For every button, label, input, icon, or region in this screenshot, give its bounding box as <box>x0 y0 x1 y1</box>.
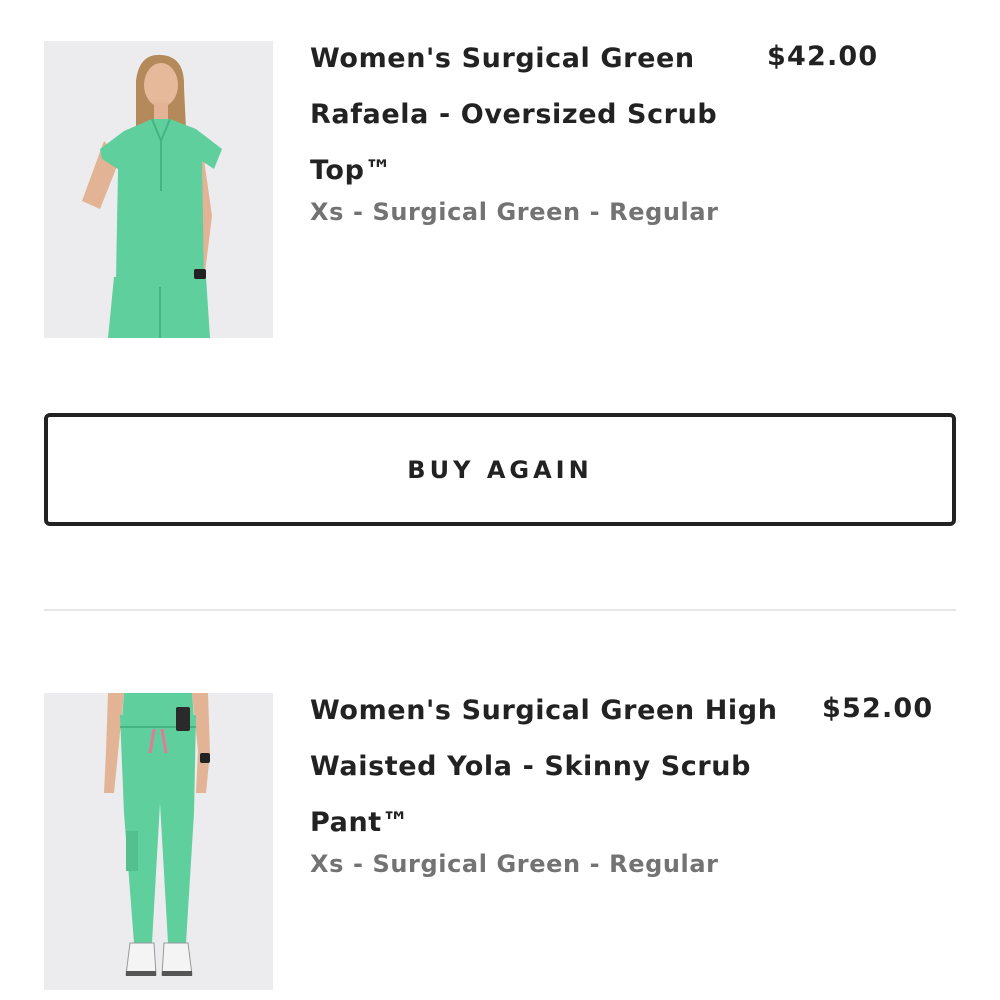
product-image[interactable] <box>44 693 273 990</box>
order-items-page: Women's Surgical Green Rafaela - Oversiz… <box>0 0 1000 1000</box>
product-variant: Xs - Surgical Green - Regular <box>310 850 719 878</box>
scrub-pant-photo <box>44 693 273 990</box>
product-variant: Xs - Surgical Green - Regular <box>310 198 719 226</box>
product-title[interactable]: Women's Surgical Green Rafaela - Oversiz… <box>310 31 730 199</box>
product-price: $52.00 <box>822 693 934 724</box>
product-image[interactable] <box>44 41 273 338</box>
buy-again-button[interactable]: BUY AGAIN <box>44 413 956 526</box>
product-title[interactable]: Women's Surgical Green High Waisted Yola… <box>310 683 790 851</box>
section-divider <box>44 609 956 611</box>
product-price: $42.00 <box>767 41 879 72</box>
buy-again-label: BUY AGAIN <box>407 455 593 484</box>
scrub-top-photo <box>44 41 273 338</box>
